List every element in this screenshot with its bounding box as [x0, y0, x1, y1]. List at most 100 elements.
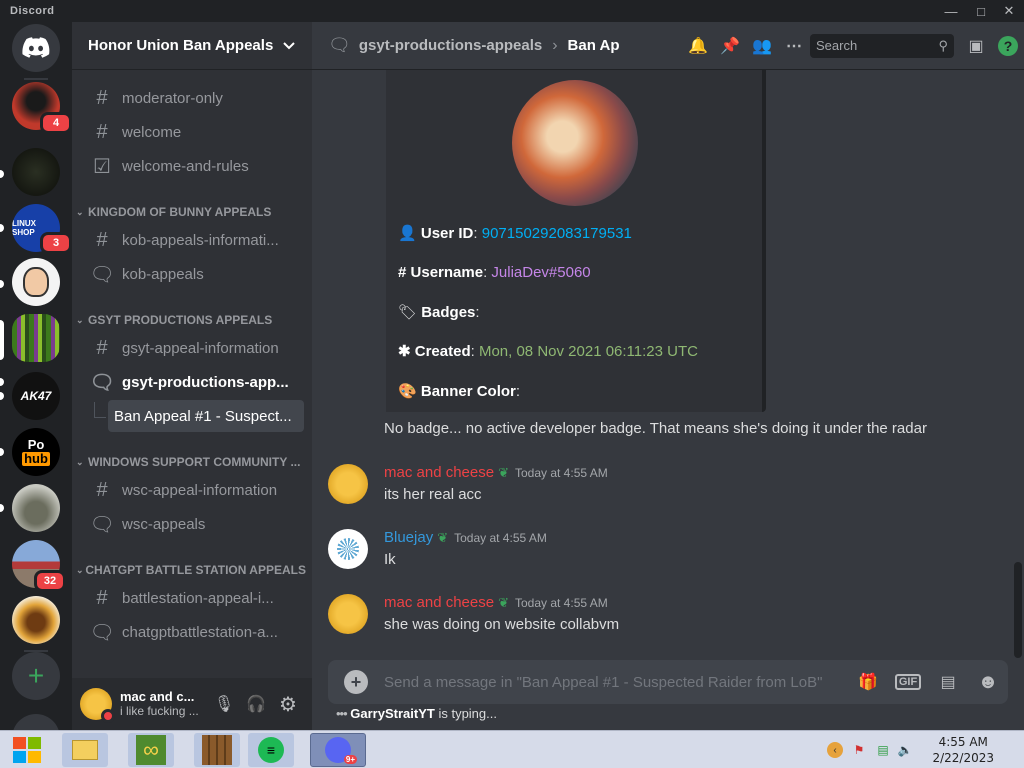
message-input[interactable]: [384, 673, 844, 691]
tray-expand-icon[interactable]: ‹: [826, 741, 844, 759]
taskbar-file-explorer[interactable]: [62, 733, 108, 767]
server-header[interactable]: Honor Union Ban Appeals: [72, 22, 312, 70]
taskbar-minecraft[interactable]: [194, 733, 240, 767]
system-clock[interactable]: 4:55 AM 2/22/2023: [932, 734, 994, 766]
ellipsis-icon: ⋯: [786, 37, 802, 55]
unread-pip: [0, 504, 4, 512]
thread-ban-appeal-1[interactable]: Ban Appeal #1 - Suspect...: [108, 400, 304, 432]
message-timestamp: Today at 4:55 AM: [514, 595, 608, 610]
avatar[interactable]: [328, 594, 368, 634]
avatar[interactable]: [80, 688, 115, 723]
unread-pip: [0, 224, 4, 232]
sticker-icon: ▤: [940, 674, 956, 691]
palette-icon: 🎨: [398, 383, 417, 400]
typing-dots-icon: •••: [336, 706, 348, 721]
help-icon: ?: [998, 35, 1018, 56]
mention-badge: 4: [40, 112, 72, 134]
user-icon: 👤: [398, 225, 417, 242]
forum-icon: 🗨: [89, 371, 115, 394]
inbox-button[interactable]: ▣: [960, 30, 992, 62]
guild-icon-5[interactable]: [12, 314, 60, 362]
crafting-table-icon: [202, 735, 232, 765]
channel-kob-appeals-information[interactable]: # kob-appeals-informati...: [80, 224, 304, 256]
taskbar-discord[interactable]: 9+: [310, 733, 366, 767]
explore-servers-button[interactable]: [12, 714, 60, 730]
guild-icon-7[interactable]: Po hub: [12, 428, 60, 476]
pinned-button[interactable]: 📌: [714, 30, 746, 62]
folder-icon: [72, 740, 98, 760]
upload-button[interactable]: +: [344, 670, 368, 694]
guild-icon-10[interactable]: [12, 596, 60, 644]
chat-area: 🗨 gsyt-productions-appeals › Ban Ap 🔔 📌 …: [312, 22, 1024, 730]
maximize-button[interactable]: □: [966, 0, 996, 22]
avatar[interactable]: [328, 464, 368, 504]
forum-icon: 🗨: [328, 35, 351, 55]
message-timestamp: Today at 4:55 AM: [514, 465, 608, 480]
channel-gsyt-productions-appeals[interactable]: 🗨 gsyt-productions-app...: [80, 366, 304, 398]
chevron-down-icon: ⌄: [76, 456, 84, 467]
user-status: i like fucking ...: [120, 704, 199, 718]
windows-logo-icon: [13, 737, 41, 763]
guild-icon-6[interactable]: AK47: [12, 372, 60, 420]
embed-user-id: 👤 User ID: 907150292083179531: [398, 225, 632, 242]
start-button[interactable]: [4, 733, 50, 767]
guild-icon-2[interactable]: [12, 148, 60, 196]
sprout-icon: ❦: [498, 464, 509, 480]
message-content: No badge... no active developer badge. T…: [384, 420, 927, 437]
category-wsc[interactable]: ⌄ WINDOWS SUPPORT COMMUNITY ...: [76, 452, 306, 472]
settings-button[interactable]: ⚙: [272, 688, 304, 720]
dnd-status-icon: [101, 709, 115, 723]
minimize-button[interactable]: —: [936, 0, 966, 22]
embed-username: # Username: JuliaDev#5060: [398, 264, 591, 281]
add-server-button[interactable]: +: [12, 652, 60, 700]
message: Bluejay ❦ Today at 4:55 AM Ik: [312, 527, 1024, 571]
channel-welcome-and-rules[interactable]: ☑ welcome-and-rules: [80, 150, 304, 182]
more-button[interactable]: ⋯: [778, 30, 810, 62]
channel-gsyt-appeal-information[interactable]: # gsyt-appeal-information: [80, 332, 304, 364]
scrollbar[interactable]: [1014, 562, 1022, 658]
chevron-down-icon: [283, 41, 295, 49]
guild-icon-4[interactable]: [12, 258, 60, 306]
channel-kob-appeals[interactable]: 🗨 kob-appeals: [80, 258, 304, 290]
channel-chatgptbattlestation-appeals[interactable]: 🗨 chatgptbattlestation-a...: [80, 616, 304, 648]
channel-welcome[interactable]: # welcome: [80, 116, 304, 148]
microphone-button[interactable]: 🎙: [208, 688, 240, 720]
embed-banner-color: 🎨 Banner Color:: [398, 383, 521, 400]
close-button[interactable]: ✕: [994, 0, 1024, 22]
sprout-icon: ❦: [437, 529, 449, 545]
message-author[interactable]: Bluejay: [384, 529, 433, 546]
guild-icon-8[interactable]: [12, 484, 60, 532]
headphones-button[interactable]: 🎧: [240, 688, 272, 720]
flag-icon[interactable]: ⚑: [850, 741, 868, 759]
message-author[interactable]: mac and cheese: [384, 464, 494, 481]
category-chatgpt[interactable]: ⌄ CHATGPT BATTLE STATION APPEALS: [76, 560, 306, 580]
embed-created: ✱ Created: Mon, 08 Nov 2021 06:11:23 UTC: [398, 343, 698, 360]
network-icon[interactable]: ▤: [874, 741, 892, 759]
channel-battlestation-appeal-information[interactable]: # battlestation-appeal-i...: [80, 582, 304, 614]
members-button[interactable]: 👥: [746, 30, 778, 62]
server-name: Honor Union Ban Appeals: [88, 37, 274, 54]
category-gsyt[interactable]: ⌄ GSYT PRODUCTIONS APPEALS: [76, 310, 306, 330]
avatar[interactable]: [328, 529, 368, 569]
help-button[interactable]: ?: [992, 30, 1024, 62]
forum-icon: 🗨: [89, 513, 115, 536]
home-button[interactable]: [12, 24, 60, 72]
channel-moderator-only[interactable]: # moderator-only: [80, 82, 304, 114]
channel-wsc-appeal-information[interactable]: # wsc-appeal-information: [80, 474, 304, 506]
sticker-button[interactable]: ▤: [928, 666, 968, 698]
message-author[interactable]: mac and cheese: [384, 594, 494, 611]
volume-icon[interactable]: 🔈: [896, 741, 914, 759]
breadcrumb-channel[interactable]: gsyt-productions-appeals: [359, 37, 542, 54]
search-input[interactable]: Search ⚲: [810, 33, 954, 58]
forum-icon: 🗨: [89, 621, 115, 644]
category-kob[interactable]: ⌄ KINGDOM OF BUNNY APPEALS: [76, 202, 306, 222]
taskbar-notes[interactable]: ≡: [248, 733, 294, 767]
gift-button[interactable]: 🎁: [848, 666, 888, 698]
chevron-down-icon: ⌄: [76, 314, 84, 325]
emoji-button[interactable]: ☻: [968, 666, 1008, 698]
notifications-button[interactable]: 🔔: [682, 30, 714, 62]
taskbar-app-infinity[interactable]: ∞: [128, 733, 174, 767]
notes-icon: ≡: [258, 737, 284, 763]
channel-wsc-appeals[interactable]: 🗨 wsc-appeals: [80, 508, 304, 540]
gif-button[interactable]: GIF: [888, 666, 928, 698]
